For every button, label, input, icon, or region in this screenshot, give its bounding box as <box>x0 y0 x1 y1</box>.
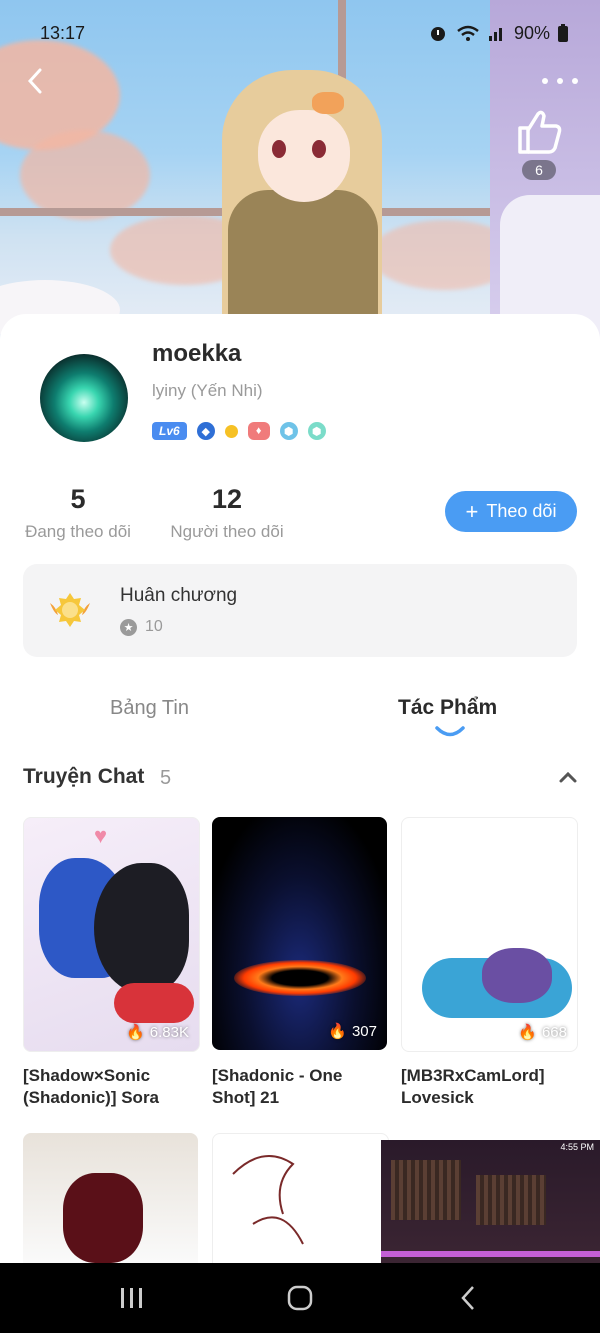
medal-card[interactable] <box>23 564 577 657</box>
art-shape <box>482 948 552 1003</box>
section-title: Truyện Chat <box>23 765 145 788</box>
thumbs-up-icon <box>518 110 562 154</box>
view-count: 🔥 307 <box>328 1022 377 1041</box>
recents-icon <box>121 1288 142 1308</box>
back-arrow-icon <box>27 68 42 94</box>
wifi-icon <box>457 25 479 41</box>
work-thumbnail[interactable] <box>212 1133 389 1265</box>
like-button[interactable]: 6 <box>512 108 566 182</box>
gem-badge-icon[interactable]: ⬢ <box>279 422 298 440</box>
status-icons: 90% <box>428 22 569 44</box>
battery-icon <box>558 24 569 42</box>
crystal-badge-icon[interactable]: ⬢ <box>307 422 326 440</box>
profile-card <box>0 314 600 1264</box>
medal-count-row: ★ 10 <box>120 618 163 636</box>
profile-banner <box>0 0 600 340</box>
recents-button[interactable] <box>102 1277 162 1319</box>
plus-icon: + <box>465 498 479 524</box>
section-count: 5 <box>160 767 172 789</box>
back-button[interactable] <box>18 64 52 98</box>
heart-icon: ♥ <box>94 823 108 848</box>
medal-icon <box>50 593 90 627</box>
home-button[interactable] <box>270 1277 330 1319</box>
art-shape <box>476 1175 546 1225</box>
home-icon <box>287 1285 313 1311</box>
fire-icon: 🔥 <box>518 1024 537 1041</box>
fire-icon: 🔥 <box>126 1024 145 1041</box>
signal-icon <box>489 28 502 41</box>
tab-bang-tin[interactable]: Bảng Tin <box>110 697 189 720</box>
alarm-icon <box>431 27 445 41</box>
work-thumbnail[interactable]: 🔥 307 <box>212 817 387 1050</box>
battery-percent: 90% <box>514 22 551 43</box>
status-time: 13:17 <box>40 22 86 43</box>
nav-back-icon <box>461 1286 474 1310</box>
medal-title: Huân chương <box>120 585 238 606</box>
work-title[interactable]: [Shadow×Sonic (Shadonic)] Sora <box>23 1065 201 1109</box>
wings-badge-icon[interactable]: ♦ <box>247 422 270 440</box>
fire-icon: 🔥 <box>328 1023 347 1040</box>
art-shape <box>94 863 189 993</box>
more-dots-icon <box>557 78 563 84</box>
art-shape <box>391 1160 461 1220</box>
work-title[interactable]: [MB3RxCamLord] Lovesick <box>401 1065 579 1109</box>
art-shape <box>63 1173 143 1263</box>
followers-count[interactable]: 12 <box>197 484 257 515</box>
avatar[interactable] <box>40 354 128 442</box>
coin-badge-icon[interactable] <box>224 424 238 438</box>
more-dots-icon <box>542 78 548 84</box>
level-badge[interactable]: Lv6 <box>152 422 187 440</box>
art-shape <box>114 983 194 1023</box>
system-nav-bar <box>0 1263 600 1333</box>
chevron-up-icon[interactable] <box>558 770 578 784</box>
real-name: lyiny (Yến Nhi) <box>152 381 263 400</box>
sketch-art <box>232 1155 304 1245</box>
active-tab-indicator <box>435 726 465 737</box>
character-face <box>258 110 350 202</box>
character-eye <box>272 140 286 158</box>
followers-label[interactable]: Người theo dõi <box>162 522 292 542</box>
thumbnail-clock: 4:55 PM <box>560 1142 594 1152</box>
nav-back-button[interactable] <box>438 1277 498 1319</box>
view-count: 🔥 668 <box>518 1023 567 1042</box>
character-bow <box>312 92 344 114</box>
more-options-button[interactable] <box>542 70 578 92</box>
follow-button[interactable]: + Theo dõi <box>445 491 577 532</box>
character-eye <box>312 140 326 158</box>
work-thumbnail[interactable]: ♥ 🔥 6.83K <box>23 817 200 1052</box>
follow-button-label: Theo dõi <box>486 501 557 521</box>
view-count: 🔥 6.83K <box>126 1023 189 1042</box>
cloud <box>20 130 150 220</box>
work-thumbnail[interactable]: 4:55 PM <box>381 1140 600 1263</box>
more-dots-icon <box>572 78 578 84</box>
like-count: 6 <box>522 160 556 180</box>
username: moekka <box>152 340 242 367</box>
medal-count: 10 <box>145 618 163 635</box>
art-shape <box>381 1251 600 1257</box>
art-shape <box>234 960 366 996</box>
star-icon: ★ <box>120 618 137 636</box>
tab-tac-pham[interactable]: Tác Phẩm <box>398 696 497 720</box>
work-title[interactable]: [Shadonic - One Shot] 21 <box>212 1065 390 1109</box>
following-count[interactable]: 5 <box>48 484 108 515</box>
badge-row: Lv6 ◆ ♦ ⬢ ⬢ <box>152 421 326 441</box>
diamond-badge-icon[interactable]: ◆ <box>196 422 215 440</box>
work-thumbnail[interactable]: 🔥 668 <box>401 817 578 1052</box>
work-thumbnail[interactable] <box>23 1133 198 1263</box>
following-label[interactable]: Đang theo dõi <box>18 522 138 542</box>
